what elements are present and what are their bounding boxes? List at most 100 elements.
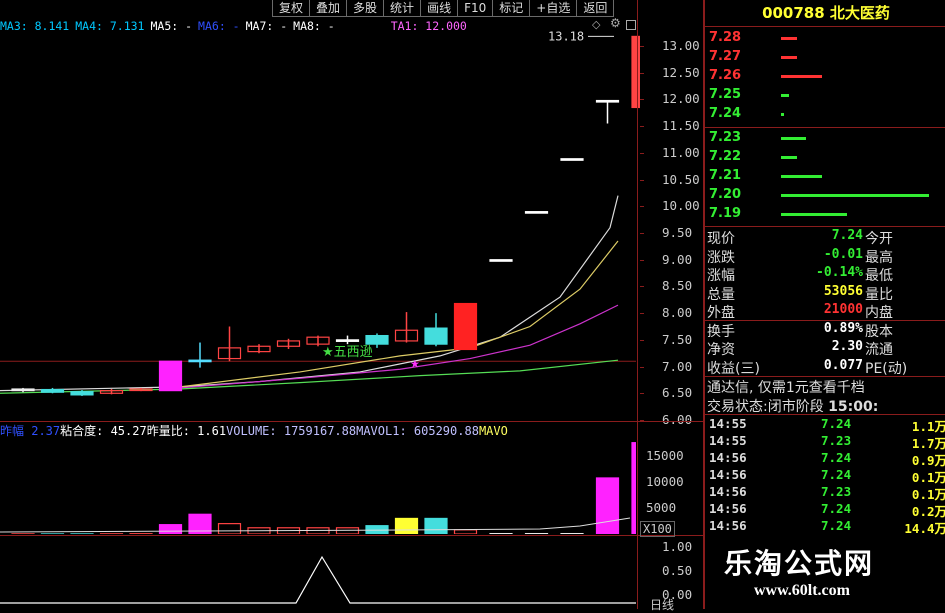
price-tick-label: 6.00 xyxy=(662,412,692,427)
volume-bar[interactable] xyxy=(455,530,477,534)
buy-volume-bar xyxy=(781,175,822,178)
ma-legend-item: MA4: 7.131 xyxy=(75,19,144,33)
quote-row: 现价7.24今开 xyxy=(705,228,945,247)
volume-bar[interactable] xyxy=(425,518,447,534)
volume-legend-item: 昨量比: 1.61 xyxy=(147,424,226,438)
buy-price: 7.20 xyxy=(709,187,741,202)
tick-price: 7.24 xyxy=(821,416,851,431)
toolbar-button[interactable]: F10 xyxy=(457,0,493,17)
volume-bar[interactable] xyxy=(632,443,636,534)
candle-body[interactable] xyxy=(189,360,211,362)
indicator-chart[interactable] xyxy=(0,537,636,609)
quote-label: 总量 xyxy=(707,284,735,304)
signal-star: ★ xyxy=(410,358,420,371)
volume-bar[interactable] xyxy=(396,518,418,534)
buy-row[interactable]: 7.20 xyxy=(709,187,945,205)
candle-body[interactable] xyxy=(425,328,447,344)
candle-body[interactable] xyxy=(561,159,583,161)
tick-price: 7.24 xyxy=(821,501,851,516)
sell-row[interactable]: 7.27 xyxy=(709,49,945,67)
buy-row[interactable]: 7.21 xyxy=(709,168,945,186)
ma-legend-item: MA3: 8.141 xyxy=(0,19,69,33)
volume-bar[interactable] xyxy=(337,528,359,534)
toolbar-button[interactable]: 叠加 xyxy=(309,0,347,17)
ma-curve-yellow xyxy=(180,241,618,387)
quote-label-right: PE(动) xyxy=(865,358,907,378)
tick-time: 14:55 xyxy=(709,433,747,448)
candlestick-chart[interactable]: 13.18★五西逊★ xyxy=(0,30,640,420)
tick-price: 7.24 xyxy=(821,467,851,482)
tick-time: 14:55 xyxy=(709,416,747,431)
candle-body[interactable] xyxy=(42,390,64,393)
price-tick xyxy=(640,367,644,368)
mavol-line xyxy=(0,518,630,532)
quote-row: 净资2.30流通 xyxy=(705,339,945,358)
candle-body[interactable] xyxy=(597,101,619,103)
quote-label: 涨幅 xyxy=(707,265,735,285)
settings-icon[interactable]: ⚙ xyxy=(610,16,621,30)
price-tick-label: 7.00 xyxy=(662,359,692,374)
sell-price: 7.27 xyxy=(709,49,741,64)
candle-body[interactable] xyxy=(632,36,640,107)
price-tick-label: 9.00 xyxy=(662,252,692,267)
volume-legend-item: VOLUME: 1759167.88 xyxy=(226,424,356,438)
trade-status-value: 闭市阶段 xyxy=(768,399,824,415)
ma-legend-item: MA7: - xyxy=(246,19,288,33)
period-label[interactable]: 日线 xyxy=(650,596,674,613)
toolbar-button[interactable]: 返回 xyxy=(576,0,614,17)
candle-body[interactable] xyxy=(71,392,93,395)
volume-legend-prefix: 昨幅 2.37 xyxy=(0,424,60,438)
stock-name: 北大医药 xyxy=(830,4,890,22)
price-tick-label: 12.00 xyxy=(662,91,700,106)
promo-text[interactable]: 通达信, 仅需1元查看千档 xyxy=(707,377,865,397)
tick-volume: 14.4万 xyxy=(904,518,945,537)
candle-body[interactable] xyxy=(455,304,477,350)
toolbar-button[interactable]: 统计 xyxy=(383,0,421,17)
toolbar-button[interactable]: +自选 xyxy=(529,0,577,17)
toolbar-button[interactable]: 复权 xyxy=(272,0,310,17)
quote-value: 7.24 xyxy=(832,228,863,243)
sell-price: 7.28 xyxy=(709,30,741,45)
sell-volume-bar xyxy=(781,37,797,40)
sell-row[interactable]: 7.26 xyxy=(709,68,945,86)
buy-price: 7.22 xyxy=(709,149,741,164)
tick-row: 14:567.230.1万 xyxy=(709,484,945,501)
toolbar-button[interactable]: 画线 xyxy=(420,0,458,17)
volume-legend-item: 粘合度: 45.27 xyxy=(60,424,147,438)
quote-value: -0.01 xyxy=(824,247,863,262)
volume-bar[interactable] xyxy=(160,525,182,534)
price-tick xyxy=(640,99,644,100)
quote-row: 涨幅-0.14%最低 xyxy=(705,265,945,284)
volume-bar[interactable] xyxy=(597,478,619,534)
volume-bar[interactable] xyxy=(219,524,241,534)
candle-body[interactable] xyxy=(12,389,34,391)
stock-header: 000788 北大医药 xyxy=(705,2,945,23)
expand-icon[interactable] xyxy=(626,20,636,30)
candle-body[interactable] xyxy=(160,361,182,390)
tick-row: 14:567.240.2万 xyxy=(709,501,945,518)
ma-curve-magenta xyxy=(180,305,618,388)
ma-legend-item: MA8: - xyxy=(293,19,335,33)
candle-body[interactable] xyxy=(490,260,512,262)
toolbar-button[interactable]: 多股 xyxy=(346,0,384,17)
sell-row[interactable]: 7.28 xyxy=(709,30,945,48)
price-tick xyxy=(640,313,644,314)
volume-tick-label: 5000 xyxy=(646,500,676,515)
candle-body[interactable] xyxy=(526,212,548,214)
tick-time: 14:56 xyxy=(709,501,747,516)
diamond-icon[interactable]: ◇ xyxy=(592,18,600,31)
buy-row[interactable]: 7.22 xyxy=(709,149,945,167)
buy-row[interactable]: 7.19 xyxy=(709,206,945,224)
price-tick-label: 11.00 xyxy=(662,145,700,160)
tick-row: 14:557.231.7万 xyxy=(709,433,945,450)
buy-price: 7.21 xyxy=(709,168,741,183)
quote-label: 收益(三) xyxy=(707,358,760,378)
sell-row[interactable]: 7.24 xyxy=(709,106,945,124)
volume-chart[interactable] xyxy=(0,438,636,534)
sell-row[interactable]: 7.25 xyxy=(709,87,945,105)
buy-row[interactable]: 7.23 xyxy=(709,130,945,148)
toolbar-button[interactable]: 标记 xyxy=(492,0,530,17)
candle-body[interactable] xyxy=(366,336,388,345)
buy-price: 7.19 xyxy=(709,206,741,221)
candle-body[interactable] xyxy=(337,340,359,342)
